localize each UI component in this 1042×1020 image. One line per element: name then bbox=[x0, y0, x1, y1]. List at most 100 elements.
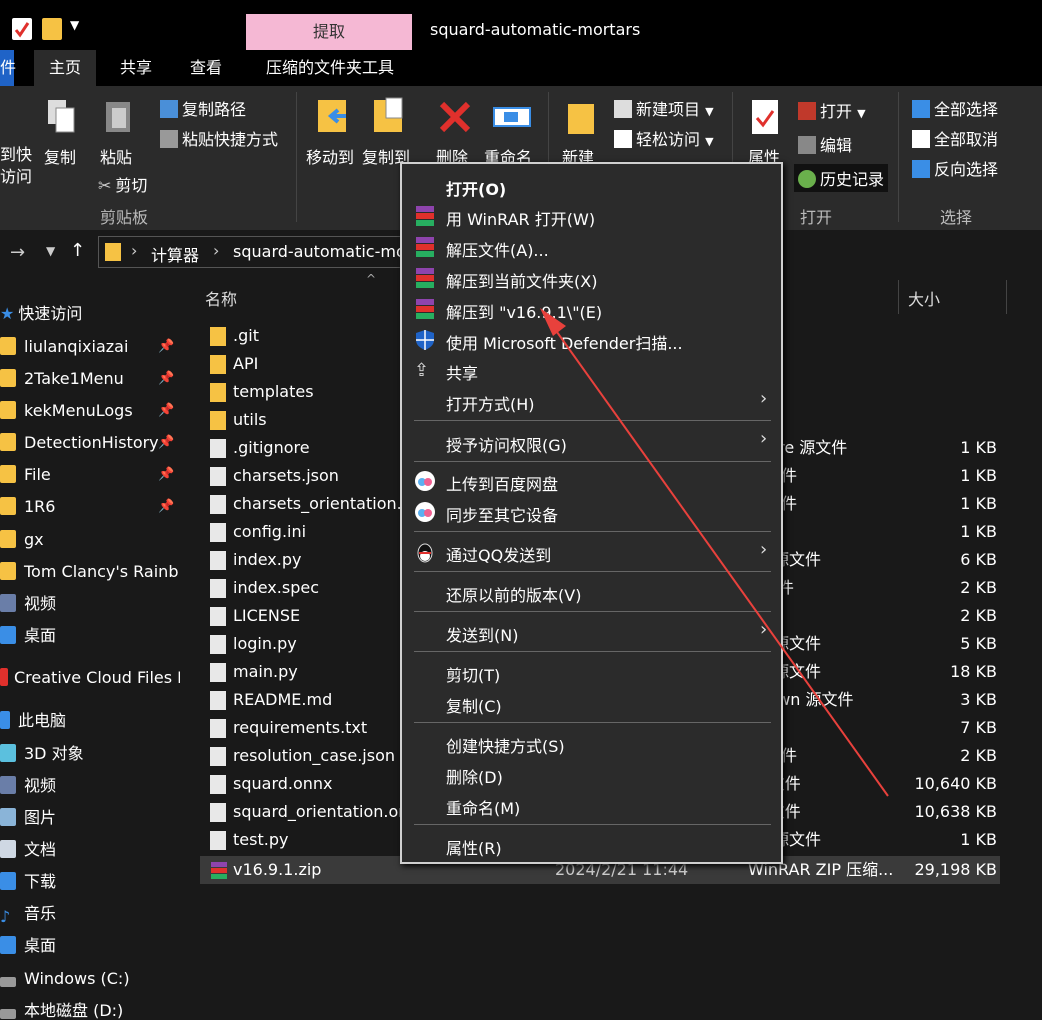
customize-quick-access-icon[interactable]: ▼ bbox=[70, 18, 80, 40]
nav-item-drive-d[interactable]: 本地磁盘 (D:) bbox=[0, 996, 123, 1020]
tab-view[interactable]: 查看 bbox=[176, 50, 236, 86]
new-item-button[interactable]: 新建项目 ▼ bbox=[614, 96, 714, 120]
nav-item[interactable]: liulanqixiazai bbox=[0, 332, 128, 362]
menu-item-share[interactable]: 共享 bbox=[446, 360, 478, 384]
move-to-button[interactable]: 移动到 bbox=[306, 144, 354, 168]
title-bar: ▼ 提取 squard-automatic-mortars bbox=[0, 0, 1042, 50]
nav-item[interactable]: Tom Clancy's Rainb bbox=[0, 557, 178, 587]
menu-item-send-via-qq[interactable]: 通过QQ发送到 bbox=[446, 542, 551, 566]
column-divider[interactable] bbox=[1006, 280, 1007, 314]
submenu-arrow-icon: › bbox=[760, 619, 768, 640]
nav-item-documents[interactable]: 文档 bbox=[0, 835, 56, 865]
menu-item-open[interactable]: 打开(O) bbox=[446, 176, 506, 200]
column-divider[interactable] bbox=[898, 280, 899, 314]
nav-item[interactable]: 2Take1Menu bbox=[0, 364, 124, 394]
menu-item-give-access[interactable]: 授予访问权限(G) bbox=[446, 432, 567, 456]
menu-item-extract-files[interactable]: 解压文件(A)... bbox=[446, 237, 549, 261]
column-header-name[interactable]: 名称 bbox=[205, 286, 237, 310]
recent-locations-icon[interactable]: ▼ bbox=[46, 244, 55, 258]
file-name: API bbox=[233, 354, 259, 373]
nav-item-desktop[interactable]: 桌面 bbox=[0, 931, 56, 961]
properties-icon bbox=[750, 98, 780, 134]
nav-item-3d-objects[interactable]: 3D 对象 bbox=[0, 739, 84, 769]
easy-access-button[interactable]: 轻松访问 ▼ bbox=[614, 126, 714, 150]
menu-item-open-with[interactable]: 打开方式(H) bbox=[446, 391, 535, 415]
nav-item-pictures[interactable]: 图片 bbox=[0, 803, 56, 833]
copy-button[interactable]: 复制 bbox=[44, 144, 76, 168]
tab-file[interactable]: 件 bbox=[0, 50, 16, 86]
cut-button[interactable]: ✂ 剪切 bbox=[98, 172, 147, 196]
new-folder-quick-icon[interactable] bbox=[42, 18, 62, 40]
edit-button[interactable]: 编辑 bbox=[798, 132, 852, 156]
select-none-icon bbox=[912, 130, 930, 148]
file-name: test.py bbox=[233, 830, 289, 849]
file-name: squard.onnx bbox=[233, 774, 333, 793]
nav-item[interactable]: File bbox=[0, 460, 51, 490]
menu-item-cut[interactable]: 剪切(T) bbox=[446, 662, 500, 686]
menu-item-defender-scan[interactable]: 使用 Microsoft Defender扫描... bbox=[446, 330, 683, 354]
star-icon: ★ bbox=[0, 304, 15, 323]
nav-item[interactable]: DetectionHistory bbox=[0, 428, 159, 458]
menu-item-delete[interactable]: 删除(D) bbox=[446, 764, 503, 788]
menu-item-create-shortcut[interactable]: 创建快捷方式(S) bbox=[446, 733, 565, 757]
file-icon bbox=[210, 467, 226, 486]
nav-item[interactable]: kekMenuLogs bbox=[0, 396, 133, 426]
open-button[interactable]: 打开 ▼ bbox=[798, 98, 866, 122]
paste-button[interactable]: 粘贴 bbox=[100, 144, 132, 168]
file-icon bbox=[210, 439, 226, 458]
copy-path-button[interactable]: 复制路径 bbox=[160, 96, 246, 120]
menu-item-properties[interactable]: 属性(R) bbox=[446, 835, 502, 859]
nav-item-drive-c[interactable]: Windows (C:) bbox=[0, 964, 130, 994]
tab-share[interactable]: 共享 bbox=[106, 50, 166, 86]
nav-item-videos[interactable]: 视频 bbox=[0, 589, 56, 619]
nav-this-pc[interactable]: 此电脑 bbox=[0, 706, 66, 736]
menu-item-sync-devices[interactable]: 同步至其它设备 bbox=[446, 502, 558, 526]
nav-item[interactable]: gx bbox=[0, 525, 44, 555]
file-icon bbox=[210, 495, 226, 514]
select-all-icon bbox=[912, 100, 930, 118]
nav-quick-access[interactable]: ★ 快速访问 bbox=[0, 299, 82, 329]
menu-separator bbox=[414, 571, 771, 572]
history-button[interactable]: 历史记录 bbox=[794, 164, 889, 192]
tab-compressed-folder-tools[interactable]: 压缩的文件夹工具 bbox=[250, 50, 410, 86]
nav-item-music[interactable]: ♪ 音乐 bbox=[0, 899, 56, 929]
nav-item-desktop[interactable]: 桌面 bbox=[0, 621, 56, 651]
nav-item[interactable]: 1R6 bbox=[0, 492, 55, 522]
menu-item-open-with-winrar[interactable]: 用 WinRAR 打开(W) bbox=[446, 206, 595, 230]
file-icon bbox=[210, 663, 226, 682]
nav-item-videos[interactable]: 视频 bbox=[0, 771, 56, 801]
properties-quick-icon[interactable] bbox=[12, 18, 32, 40]
music-icon: ♪ bbox=[0, 907, 11, 926]
column-header-size[interactable]: 大小 bbox=[908, 286, 940, 310]
pin-quick-access-button[interactable]: 到快 访问 bbox=[0, 144, 32, 188]
select-all-button[interactable]: 全部选择 bbox=[912, 96, 998, 120]
chevron-down-icon: ▼ bbox=[857, 107, 866, 120]
menu-item-rename[interactable]: 重命名(M) bbox=[446, 795, 520, 819]
menu-item-copy[interactable]: 复制(C) bbox=[446, 693, 502, 717]
paste-shortcut-button[interactable]: 粘贴快捷方式 bbox=[160, 126, 278, 150]
menu-item-extract-here[interactable]: 解压到当前文件夹(X) bbox=[446, 268, 597, 292]
nav-creative-cloud[interactable]: Creative Cloud Files P bbox=[0, 663, 187, 693]
invert-selection-icon bbox=[912, 160, 930, 178]
menu-item-extract-to-folder[interactable]: 解压到 "v16.9.1\"(E) bbox=[446, 299, 602, 323]
invert-selection-button[interactable]: 反向选择 bbox=[912, 156, 998, 180]
address-bar[interactable]: › 计算器 › squard-automatic-mo bbox=[98, 236, 418, 268]
open-icon bbox=[798, 102, 816, 120]
tab-home[interactable]: 主页 bbox=[34, 50, 96, 86]
menu-item-restore-versions[interactable]: 还原以前的版本(V) bbox=[446, 582, 581, 606]
nav-item-downloads[interactable]: 下载 bbox=[0, 867, 56, 897]
contextual-tab-extract[interactable]: 提取 bbox=[246, 14, 412, 50]
file-size: 1 KB bbox=[960, 830, 997, 849]
file-size: 10,640 KB bbox=[914, 774, 997, 793]
folder-icon bbox=[0, 337, 16, 355]
forward-arrow-icon[interactable]: → bbox=[10, 242, 25, 263]
menu-item-upload-baidu[interactable]: 上传到百度网盘 bbox=[446, 471, 558, 495]
up-arrow-icon[interactable]: ↑ bbox=[70, 240, 85, 261]
menu-item-send-to[interactable]: 发送到(N) bbox=[446, 622, 518, 646]
breadcrumb-folder[interactable]: squard-automatic-mo bbox=[233, 242, 406, 261]
file-name: charsets.json bbox=[233, 466, 339, 485]
file-icon bbox=[210, 551, 226, 570]
breadcrumb-root[interactable]: 计算器 bbox=[151, 242, 199, 266]
folder-icon bbox=[0, 465, 16, 483]
select-none-button[interactable]: 全部取消 bbox=[912, 126, 998, 150]
